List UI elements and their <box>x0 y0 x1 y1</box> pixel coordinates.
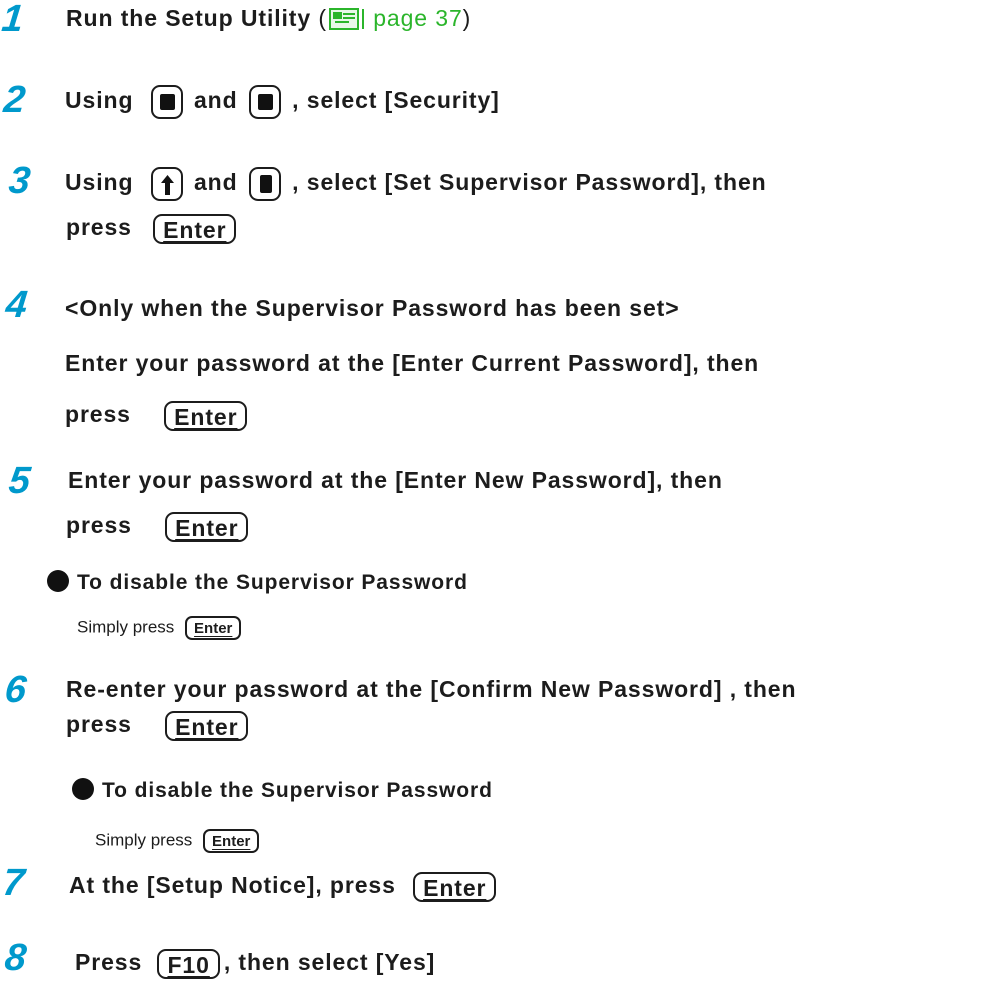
step-1-text: Run the Setup Utility <box>66 5 312 31</box>
step-number-4: 4 <box>3 284 30 326</box>
step-number-1: 1 <box>0 0 26 40</box>
step-number-2: 2 <box>1 79 28 121</box>
step-2-line: Using and , select [Security] <box>65 85 500 119</box>
step-number-7: 7 <box>0 862 27 904</box>
bullet-icon <box>47 570 69 592</box>
page-reference-icon[interactable] <box>328 8 365 30</box>
enter-key: Enter <box>165 511 249 542</box>
step-4-line-1: <Only when the Supervisor Password has b… <box>65 295 680 321</box>
step-7-line: At the [Setup Notice], press Enter <box>69 871 500 902</box>
step-6-line-2: press Enter <box>66 710 252 741</box>
step-1-line: Run the Setup Utility ( page 37) <box>66 5 472 31</box>
enter-key: Enter <box>413 871 497 902</box>
enter-key: Enter <box>153 213 237 244</box>
page-37-link[interactable]: page 37 <box>373 5 462 31</box>
step-4-line-3: press Enter <box>65 400 251 431</box>
step-5-line-2: press Enter <box>66 511 252 542</box>
step-5-sub-text: Simply press Enter <box>77 616 245 640</box>
step-number-5: 5 <box>6 460 33 502</box>
enter-key: Enter <box>165 710 249 741</box>
f10-key: F10 <box>157 948 220 979</box>
step-6-line-1: Re-enter your password at the [Confirm N… <box>66 676 797 702</box>
step-3-line-2: press Enter <box>66 213 240 244</box>
step-3-line-1: Using and , select [Set Supervisor Passw… <box>65 167 767 201</box>
step-5-sub-heading: To disable the Supervisor Password <box>47 569 468 597</box>
step-number-8: 8 <box>2 937 29 979</box>
enter-key: Enter <box>185 616 242 640</box>
step-number-6: 6 <box>2 669 29 711</box>
down-arrow-key-icon <box>248 167 281 201</box>
left-arrow-key-icon <box>150 85 183 119</box>
right-arrow-key-icon <box>248 85 281 119</box>
enter-key: Enter <box>164 400 248 431</box>
step-8-line: Press F10, then select [Yes] <box>75 948 436 979</box>
enter-key: Enter <box>203 829 260 853</box>
step-6-sub-text: Simply press Enter <box>95 829 263 853</box>
step-number-3: 3 <box>6 160 33 202</box>
step-6-sub-heading: To disable the Supervisor Password <box>72 777 493 805</box>
step-4-line-2: Enter your password at the [Enter Curren… <box>65 350 760 376</box>
up-arrow-key-icon <box>150 167 183 201</box>
step-5-line-1: Enter your password at the [Enter New Pa… <box>68 467 723 493</box>
bullet-icon <box>72 778 94 800</box>
